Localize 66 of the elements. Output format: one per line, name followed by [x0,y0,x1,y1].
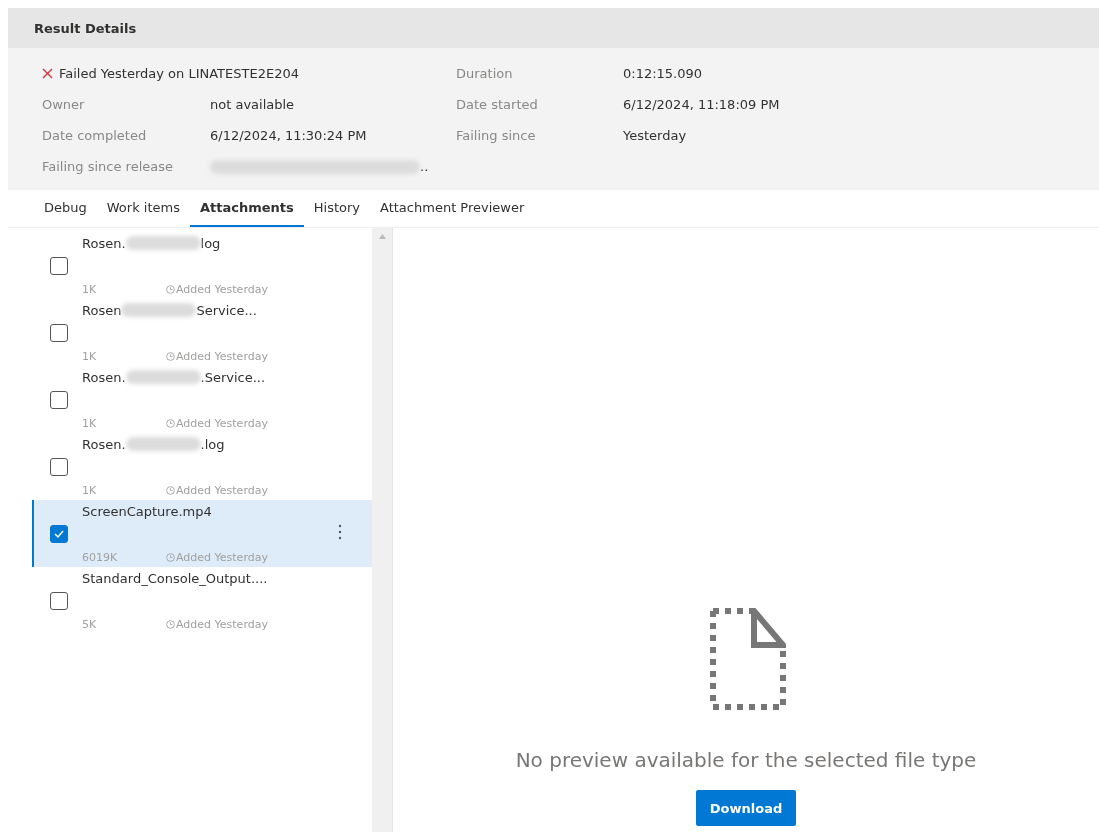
checkbox[interactable] [50,256,68,275]
panel-title: Result Details [34,20,137,36]
field-label: Date completed [42,128,148,143]
added-date: Added Yesterday [176,617,268,631]
file-size: 1K [82,416,98,430]
added-date: Added Yesterday [176,282,268,296]
file-size: 1K [82,483,98,497]
checkbox[interactable] [50,457,68,476]
checkbox[interactable] [50,323,68,342]
failed-icon [42,68,53,79]
file-name: log [200,235,221,251]
checkbox[interactable] [50,591,68,610]
tab[interactable]: History [303,190,370,227]
added-date: Added Yesterday [176,349,268,363]
tab[interactable]: Attachments [189,190,304,227]
clock-icon [166,619,175,629]
field-value: 6/12/2024, 11:18:09 PM [623,97,781,112]
attachment-item[interactable]: Rosen. log 1K Added Yesterday [32,232,372,299]
attachment-item[interactable]: Standard_Console_Output.... 5K Added Yesterday [32,567,372,634]
status-text: Failed Yesterday on LINATESTE2E204 [59,66,299,81]
file-name: .log [200,436,225,452]
field-value: not available [210,97,296,112]
file-name: Rosen. [82,369,126,385]
checkbox[interactable] [50,390,68,409]
clock-icon [166,418,175,428]
tab[interactable]: Attachment Previewer [370,190,535,227]
scrollbar[interactable] [372,228,393,832]
attachment-item[interactable]: ScreenCapture.mp4 6019K Added Yesterday [32,500,372,567]
field-value: 0:12:15.090 [623,66,704,81]
field-label: Duration [456,66,514,81]
attachment-item[interactable]: Rosen. .log 1K Added Yesterday [32,433,372,500]
file-name: Standard_Console_Output.... [82,570,268,586]
file-name: ScreenCapture.mp4 [82,503,212,519]
added-date: Added Yesterday [176,550,268,564]
clock-icon [166,485,175,495]
file-size: 1K [82,282,98,296]
file-size: 5K [82,617,98,631]
added-date: Added Yesterday [176,483,268,497]
check-icon [53,528,65,539]
attachment-item[interactable]: Rosen. .Service... 1K Added Yesterday [32,366,372,433]
clock-icon [166,351,175,361]
file-name: .Service... [200,369,266,385]
field-value: 6/12/2024, 11:30:24 PM [210,128,368,143]
file-name: Rosen. [82,436,126,452]
field-value: .. [420,159,429,174]
tab[interactable]: Work items [96,190,190,227]
field-label: Date started [456,97,539,112]
field-label: Failing since [456,128,537,143]
file-size: 6019K [82,550,119,564]
preview-message: No preview available for the selected file type [515,748,977,772]
field-value: Yesterday [623,128,688,143]
added-date: Added Yesterday [176,416,268,430]
file-name: Rosen. [82,235,126,251]
more-icon[interactable] [338,524,342,540]
clock-icon [166,284,175,294]
checkbox[interactable] [50,524,68,543]
clock-icon [166,552,175,562]
field-label: Failing since release [42,159,174,174]
field-label: Owner [42,97,86,112]
tab[interactable]: Debug [34,190,97,227]
file-icon [710,608,786,710]
file-size: 1K [82,349,98,363]
attachment-item[interactable]: Rosen Service... 1K Added Yesterday [32,299,372,366]
download-button[interactable]: Download [695,790,797,826]
file-name: Rosen [82,302,122,318]
file-name: Service... [196,302,257,318]
